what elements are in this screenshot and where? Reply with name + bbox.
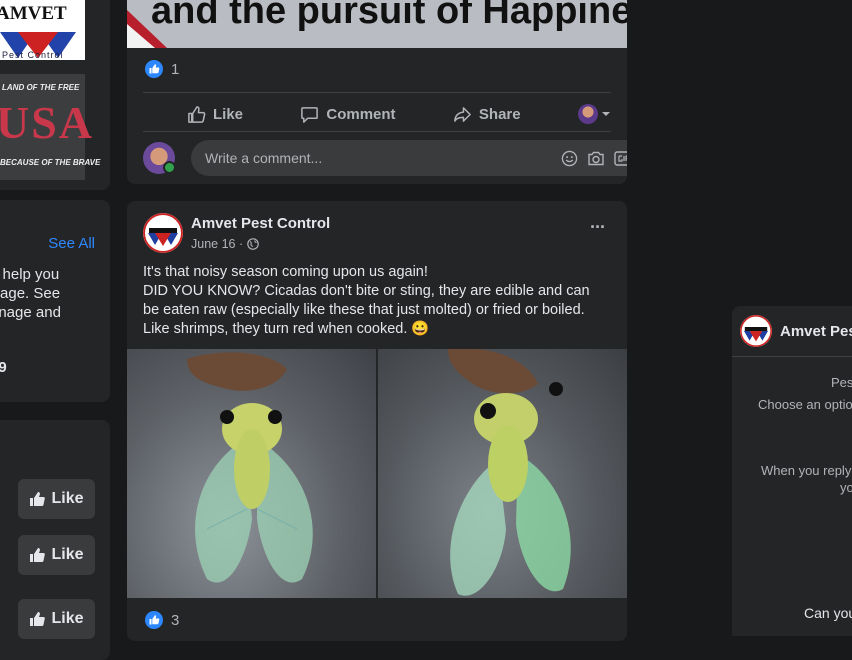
reaction-summary[interactable]: 3 xyxy=(145,611,179,629)
share-button[interactable]: Share xyxy=(453,105,521,124)
thumbs-up-icon xyxy=(30,548,46,562)
page-photo-card: AMVET Pest Control LAND OF THE FREE USA … xyxy=(0,0,110,190)
avatar xyxy=(577,104,598,124)
post-photo-right[interactable] xyxy=(378,349,627,598)
thumbs-up-icon xyxy=(30,492,46,506)
page-name[interactable]: Amvet Pest Control xyxy=(191,215,330,232)
usa-bottom-text: BECAUSE OF THE BRAVE xyxy=(0,158,101,167)
chat-window: Amvet Pest Pest Choose an optio When you… xyxy=(732,306,852,636)
share-icon xyxy=(454,106,471,122)
share-label: Share xyxy=(478,105,521,123)
about-line: o help you xyxy=(0,266,60,283)
like-label: Like xyxy=(51,546,84,563)
thumbs-up-icon xyxy=(188,105,206,123)
chat-text: When you reply xyxy=(761,463,852,478)
amvet-logo-sub: Pest Control xyxy=(2,50,64,60)
divider xyxy=(732,356,852,357)
usa-image[interactable]: LAND OF THE FREE USA BECAUSE OF THE BRAV… xyxy=(0,74,100,180)
about-count: 19 xyxy=(0,359,7,376)
amvet-logo-icon xyxy=(740,315,772,347)
post-actions: Like Comment Share xyxy=(187,102,611,126)
post-text-line: It's that noisy season coming upon us ag… xyxy=(143,264,428,280)
post-card: Amvet Pest Control June 16 · ··· It's th… xyxy=(127,201,627,641)
chat-text: Pest xyxy=(831,375,852,390)
see-all-link[interactable]: See All xyxy=(48,235,95,252)
chat-avatar[interactable] xyxy=(740,315,772,347)
share-as-selector[interactable] xyxy=(577,104,611,124)
user-avatar[interactable] xyxy=(143,142,176,174)
amvet-logo-image[interactable]: AMVET Pest Control xyxy=(0,0,85,60)
like-label: Like xyxy=(213,105,244,123)
post-meta: June 16 · xyxy=(191,237,259,251)
post-text: It's that noisy season coming upon us ag… xyxy=(143,263,613,339)
chat-quick-reply[interactable]: Can you xyxy=(804,605,852,621)
about-line: Page. See xyxy=(0,285,61,302)
emoji-icon[interactable] xyxy=(560,149,578,167)
gif-icon[interactable] xyxy=(614,149,627,167)
online-dot xyxy=(163,161,176,174)
usa-top-text: LAND OF THE FREE xyxy=(2,83,80,92)
post-photo-left[interactable] xyxy=(127,349,376,598)
like-label: Like xyxy=(51,610,84,627)
like-button[interactable]: Like xyxy=(187,105,243,124)
like-label: Like xyxy=(51,490,84,507)
post-text-line: DID YOU KNOW? Cicadas don't bite or stin… xyxy=(143,283,590,299)
like-page-button[interactable]: Like xyxy=(18,599,95,639)
reaction-summary[interactable]: 1 xyxy=(145,60,179,78)
thumbs-up-icon xyxy=(30,612,46,626)
usa-text: USA xyxy=(0,97,95,148)
cicada-image xyxy=(448,349,571,596)
page-avatar[interactable] xyxy=(143,213,183,253)
chevron-down-icon xyxy=(601,112,610,116)
like-page-button[interactable]: Like xyxy=(18,479,95,519)
previous-post-card: and the pursuit of Happiness 1 Like Comm… xyxy=(127,0,627,184)
like-page-button[interactable]: Like xyxy=(18,535,95,575)
comment-label: Comment xyxy=(326,105,396,123)
comment-placeholder: Write a comment... xyxy=(205,150,323,166)
post-date[interactable]: June 16 · xyxy=(191,237,243,251)
chat-text: Choose an optio xyxy=(758,397,852,412)
like-reaction-icon xyxy=(145,611,163,629)
about-text: o help you Page. See anage and xyxy=(0,265,61,322)
chat-text: yo xyxy=(840,480,852,495)
cicada-image xyxy=(187,352,313,583)
like-reaction-icon xyxy=(145,60,163,78)
divider xyxy=(143,92,611,93)
reaction-count: 1 xyxy=(171,60,180,78)
chat-title[interactable]: Amvet Pest xyxy=(780,323,852,340)
reaction-count: 3 xyxy=(171,611,180,629)
post-text-line: Like shrimps, they turn red when cooked.… xyxy=(143,321,430,337)
globe-icon xyxy=(247,238,259,250)
more-options-button[interactable]: ··· xyxy=(590,217,606,238)
about-line: anage and xyxy=(0,304,61,321)
comment-button[interactable]: Comment xyxy=(300,105,396,124)
comment-icon xyxy=(301,106,319,123)
divider xyxy=(143,131,611,132)
post-image[interactable]: and the pursuit of Happiness xyxy=(127,0,627,48)
amvet-logo-icon xyxy=(143,213,183,253)
comment-input[interactable]: Write a comment... xyxy=(191,140,627,176)
image-caption: and the pursuit of Happiness xyxy=(151,0,627,32)
about-card: See All o help you Page. See anage and 1… xyxy=(0,200,110,402)
post-text-line: be eaten raw (especially like these that… xyxy=(143,302,585,318)
camera-icon[interactable] xyxy=(587,149,605,167)
